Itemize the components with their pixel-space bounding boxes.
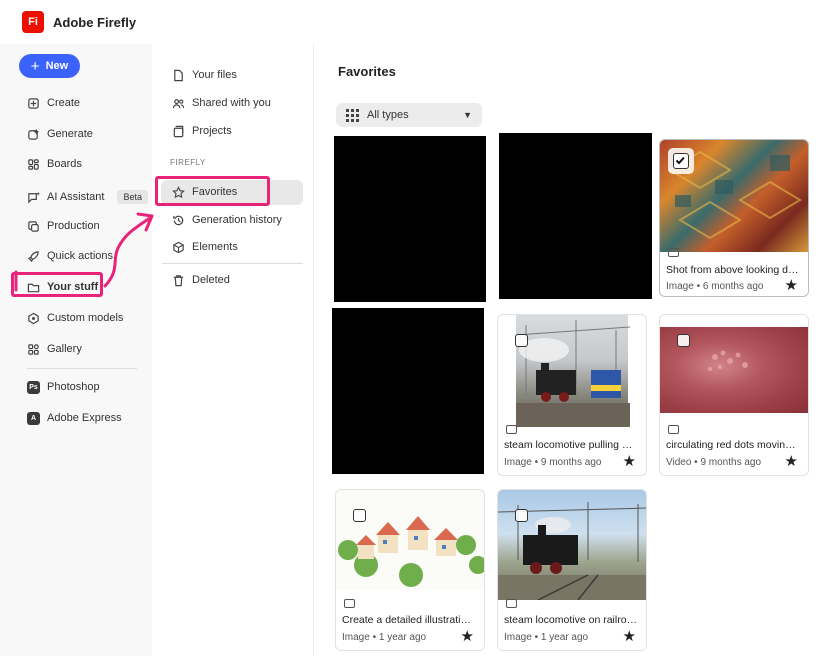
village-illustration-image	[336, 490, 484, 590]
checkbox-checked	[673, 153, 689, 169]
type-filter-dropdown[interactable]: All types ▼	[336, 103, 482, 127]
rail-divider	[27, 368, 137, 369]
boards-icon	[28, 158, 39, 170]
rail-item-create[interactable]: Create	[27, 93, 80, 113]
filter-label: All types	[367, 109, 409, 121]
subnav-divider	[162, 263, 303, 264]
locomotive-image	[515, 315, 631, 427]
subnav-label: Projects	[192, 125, 232, 137]
create-icon	[28, 97, 39, 109]
favorite-star-icon[interactable]: ★	[623, 629, 636, 644]
locomotive-scene	[515, 320, 631, 427]
plus-icon: +	[30, 57, 40, 75]
redacted-thumbnail	[499, 133, 652, 299]
grid-icon	[346, 108, 359, 122]
card-meta: Video • 9 months ago	[666, 457, 762, 468]
card-title: Shot from above looking do...	[666, 264, 800, 276]
rail-app-adobe-express[interactable]: A Adobe Express	[27, 408, 122, 428]
railroad-locomotive-image	[498, 490, 646, 601]
select-checkbox[interactable]	[515, 509, 528, 522]
village-scene	[338, 516, 484, 587]
asset-card[interactable]: Shot from above looking do... Image • 6 …	[659, 139, 809, 297]
rail-item-label: Gallery	[47, 343, 82, 355]
image-type-icon	[344, 599, 355, 608]
card-meta: Image • 1 year ago	[504, 632, 589, 643]
select-checkbox[interactable]	[668, 148, 694, 174]
video-type-icon	[668, 425, 679, 434]
asset-card[interactable]: Create a detailed illustration ... Image…	[335, 489, 485, 651]
file-icon	[174, 69, 183, 81]
asset-card[interactable]: steam locomotive pulling pa... Image • 9…	[497, 314, 647, 476]
subnav-label: Shared with you	[192, 97, 271, 109]
subnav-label: Your files	[192, 69, 237, 81]
subnav-elements[interactable]: Elements	[172, 237, 238, 257]
subnav-section-heading: FIREFLY	[170, 158, 206, 167]
rail-item-label: Create	[47, 97, 81, 109]
rail-item-label: Custom models	[47, 312, 124, 324]
projects-icon	[173, 125, 184, 137]
subnav-deleted[interactable]: Deleted	[172, 270, 230, 290]
card-meta: Image • 1 year ago	[342, 632, 427, 643]
favorite-star-icon[interactable]: ★	[785, 454, 798, 469]
rail-item-generate[interactable]: Generate	[27, 124, 93, 144]
elements-icon	[173, 241, 184, 253]
select-checkbox[interactable]	[515, 334, 528, 347]
photoshop-icon: Ps	[27, 380, 40, 394]
adobe-express-icon: A	[27, 411, 40, 425]
page-title: Favorites	[338, 64, 396, 79]
rail-item-boards[interactable]: Boards	[27, 154, 82, 174]
subnav-label: Generation history	[192, 214, 282, 226]
history-icon	[173, 215, 184, 225]
firefly-logo[interactable]: Fi	[22, 11, 44, 33]
redacted-thumbnail	[332, 308, 484, 474]
subnav-projects[interactable]: Projects	[172, 121, 232, 141]
subnav-shared-with-you[interactable]: Shared with you	[172, 93, 271, 113]
new-button[interactable]: + New	[19, 54, 80, 78]
rail-item-label: Boards	[47, 158, 82, 170]
card-title: circulating red dots moving a...	[666, 439, 800, 451]
card-meta: Image • 9 months ago	[504, 457, 602, 468]
app-title: Adobe Firefly	[53, 15, 137, 30]
subnav-label: Elements	[192, 241, 238, 253]
new-button-label: New	[45, 60, 69, 72]
railroad-scene	[498, 502, 646, 601]
subnav-your-files[interactable]: Your files	[172, 65, 237, 85]
models-icon	[28, 312, 39, 324]
image-type-icon	[506, 599, 517, 608]
rail-app-label: Photoshop	[47, 381, 100, 393]
image-type-icon	[668, 248, 679, 257]
select-checkbox[interactable]	[677, 334, 690, 347]
people-icon	[172, 98, 185, 108]
image-type-icon	[506, 425, 517, 434]
annotation-highlight-favorites	[155, 176, 270, 206]
trash-icon	[173, 274, 184, 286]
rail-item-label: Generate	[47, 128, 93, 140]
favorite-star-icon[interactable]: ★	[785, 278, 798, 293]
subnav-generation-history[interactable]: Generation history	[172, 210, 282, 230]
card-title: steam locomotive on railroa...	[504, 614, 638, 626]
favorite-star-icon[interactable]: ★	[623, 454, 636, 469]
asset-card[interactable]: steam locomotive on railroa... Image • 1…	[497, 489, 647, 651]
select-checkbox[interactable]	[353, 509, 366, 522]
card-title: steam locomotive pulling pa...	[504, 439, 638, 451]
top-bar: Fi Adobe Firefly	[0, 0, 816, 44]
asset-card[interactable]: circulating red dots moving a... Video •…	[659, 314, 809, 476]
checkmark-icon	[675, 156, 685, 165]
app-window: Fi Adobe Firefly + New Create Generate B…	[0, 0, 816, 656]
rail-item-gallery[interactable]: Gallery	[27, 339, 82, 359]
rail-app-photoshop[interactable]: Ps Photoshop	[27, 377, 100, 397]
rail-item-custom-models[interactable]: Custom models	[27, 308, 123, 328]
redacted-thumbnail	[334, 136, 486, 302]
generate-icon	[28, 128, 40, 140]
gallery-icon	[28, 343, 39, 355]
rail-app-label: Adobe Express	[47, 412, 122, 424]
card-meta: Image • 6 months ago	[666, 281, 764, 292]
annotation-arrow	[14, 212, 154, 292]
chevron-down-icon: ▼	[463, 110, 472, 120]
card-title: Create a detailed illustration ...	[342, 614, 476, 626]
subnav-label: Deleted	[192, 274, 230, 286]
favorite-star-icon[interactable]: ★	[461, 629, 474, 644]
